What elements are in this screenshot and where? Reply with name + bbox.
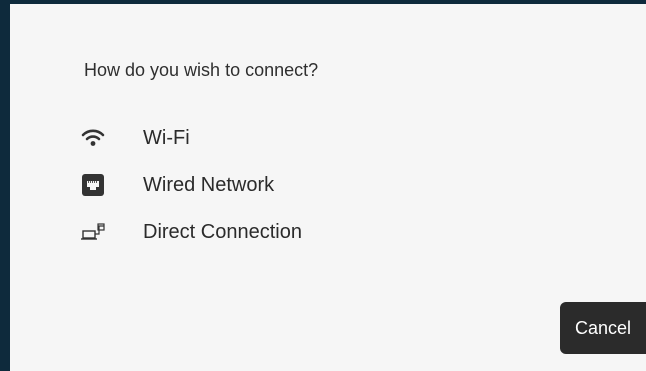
option-direct-connection-label: Direct Connection (143, 220, 302, 243)
connection-dialog: How do you wish to connect? Wi-Fi Wired … (10, 4, 646, 371)
cancel-button[interactable]: Cancel (560, 302, 646, 354)
option-wired-network-label: Wired Network (143, 173, 275, 196)
option-wifi-label: Wi-Fi (143, 126, 190, 149)
option-wired-network[interactable]: Wired Network (80, 170, 440, 200)
option-direct-connection[interactable]: Direct Connection (80, 217, 440, 247)
wifi-icon (80, 125, 106, 151)
option-wifi[interactable]: Wi-Fi (80, 123, 440, 153)
ethernet-icon (80, 172, 106, 198)
direct-connection-icon (80, 219, 106, 245)
dialog-prompt: How do you wish to connect? (84, 60, 319, 80)
